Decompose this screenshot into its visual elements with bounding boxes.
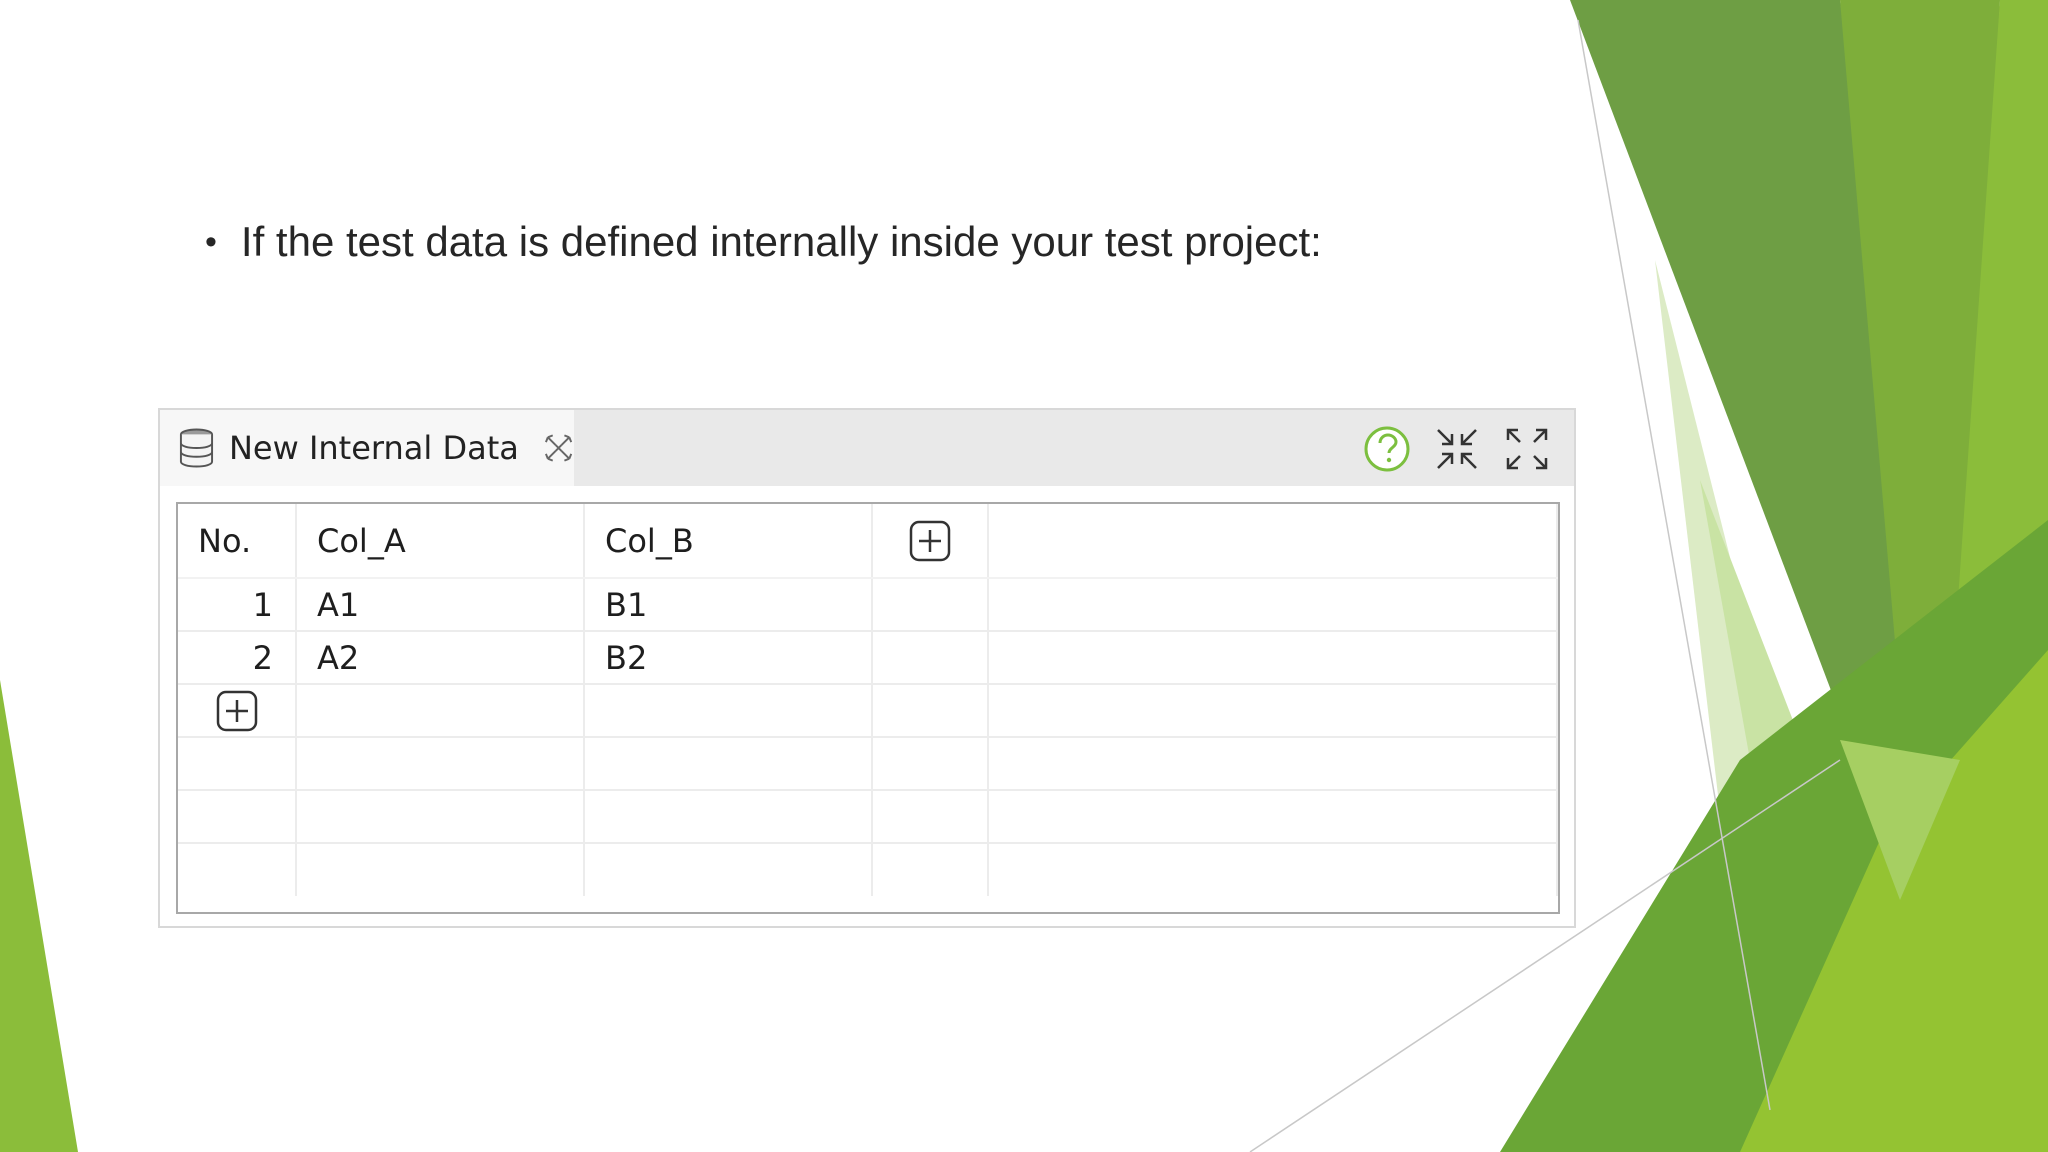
left-green-wedge: [0, 680, 78, 1152]
column-header-col-a[interactable]: Col_A: [296, 504, 585, 579]
empty-cell: [872, 737, 989, 791]
empty-cell: [178, 737, 297, 791]
empty-cell: [872, 631, 989, 685]
bullet-line: • If the test data is defined internally…: [205, 218, 1322, 266]
empty-cell: [988, 737, 1558, 791]
empty-cell: [296, 843, 585, 896]
internal-data-editor: New Internal Data No. Col_A Col_B 1 A1 B…: [158, 408, 1576, 928]
column-header-no[interactable]: No.: [178, 504, 297, 579]
empty-cell: [584, 843, 873, 896]
database-icon: [179, 428, 214, 468]
bullet-symbol: •: [205, 222, 217, 261]
empty-cell: [872, 843, 989, 896]
data-table: No. Col_A Col_B 1 A1 B1 2 A2 B2: [178, 504, 1558, 896]
add-row-button[interactable]: [215, 689, 259, 733]
tab-label: New Internal Data: [228, 429, 519, 467]
empty-cell: [988, 843, 1558, 896]
empty-cell: [584, 684, 873, 738]
row-number: 2: [178, 631, 297, 685]
header-icon-group: [1362, 424, 1552, 474]
table-row[interactable]: 2 A2 B2: [178, 631, 1558, 685]
cell-col-a[interactable]: A1: [296, 578, 585, 632]
add-row-cell: [178, 684, 297, 738]
empty-cell: [296, 684, 585, 738]
empty-row: [178, 790, 1558, 844]
empty-cell: [872, 578, 989, 632]
add-column-cell: [872, 504, 989, 579]
empty-cell: [988, 790, 1558, 844]
maximize-icon[interactable]: [1502, 424, 1552, 474]
bullet-text: If the test data is defined internally i…: [240, 218, 1322, 265]
close-icon[interactable]: [543, 432, 574, 464]
empty-cell: [296, 737, 585, 791]
header-filler: [988, 504, 1558, 579]
empty-cell: [584, 790, 873, 844]
cell-col-b[interactable]: B2: [584, 631, 873, 685]
empty-cell: [178, 843, 297, 896]
editor-header: New Internal Data: [160, 410, 1574, 486]
empty-cell: [988, 684, 1558, 738]
data-grid: No. Col_A Col_B 1 A1 B1 2 A2 B2: [176, 502, 1560, 914]
cell-col-a[interactable]: A2: [296, 631, 585, 685]
add-row-row: [178, 684, 1558, 738]
empty-cell: [296, 790, 585, 844]
empty-cell: [872, 790, 989, 844]
minimize-icon[interactable]: [1432, 424, 1482, 474]
empty-row: [178, 843, 1558, 896]
empty-cell: [584, 737, 873, 791]
row-number: 1: [178, 578, 297, 632]
empty-cell: [872, 684, 989, 738]
empty-cell: [178, 790, 297, 844]
column-header-col-b[interactable]: Col_B: [584, 504, 873, 579]
empty-row: [178, 737, 1558, 791]
empty-cell: [988, 578, 1558, 632]
empty-cell: [988, 631, 1558, 685]
table-row[interactable]: 1 A1 B1: [178, 578, 1558, 632]
table-header-row: No. Col_A Col_B: [178, 504, 1558, 579]
cell-col-b[interactable]: B1: [584, 578, 873, 632]
help-icon[interactable]: [1362, 424, 1412, 474]
add-column-button[interactable]: [908, 519, 952, 563]
tab-new-internal-data[interactable]: New Internal Data: [160, 410, 574, 486]
